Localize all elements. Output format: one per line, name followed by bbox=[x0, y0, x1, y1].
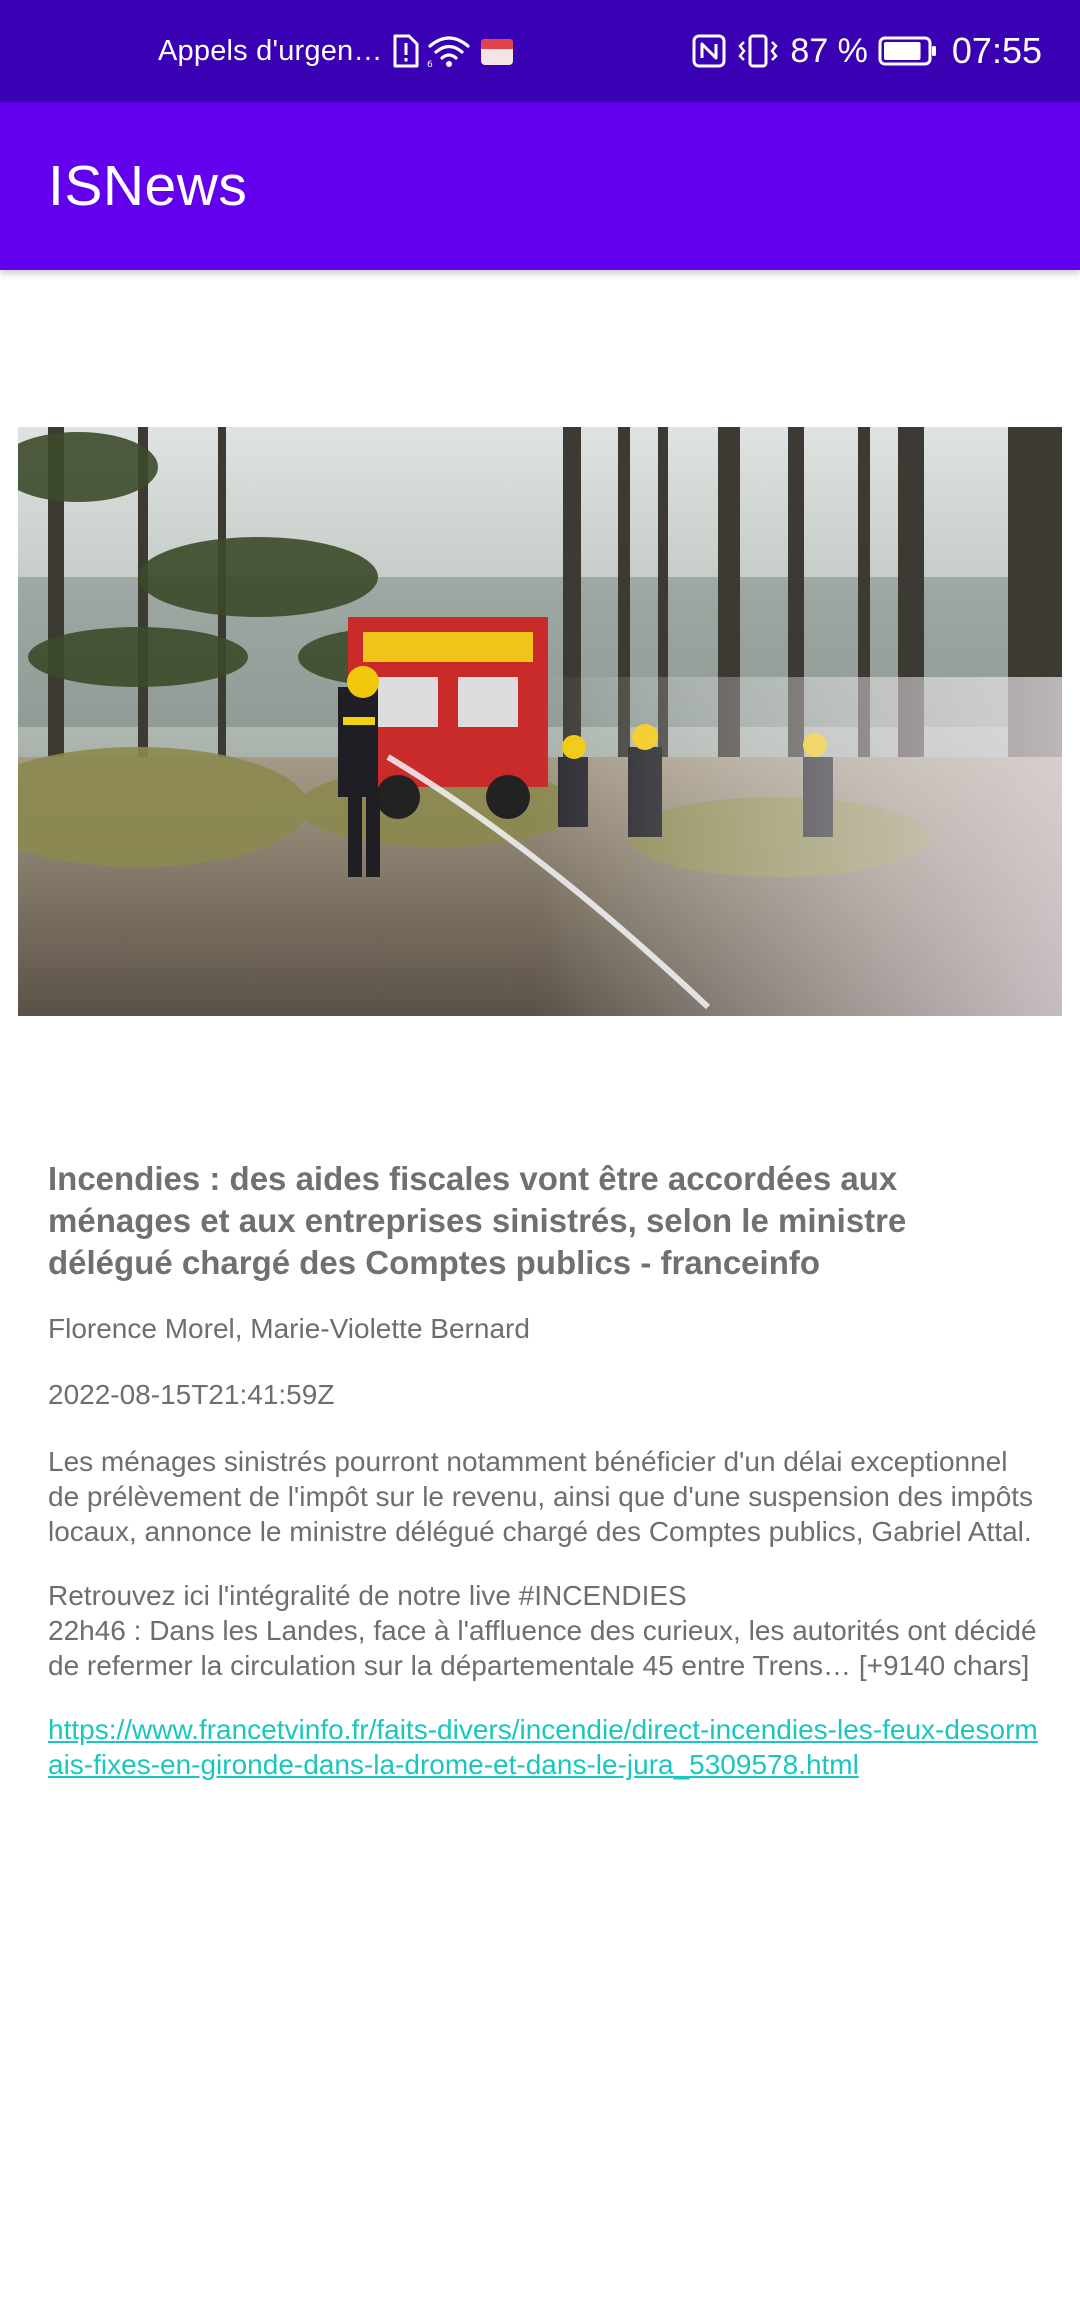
battery-icon bbox=[878, 35, 938, 67]
clock: 07:55 bbox=[951, 30, 1042, 71]
article-image[interactable] bbox=[18, 427, 1062, 1016]
carrier-label: Appels d'urgen… bbox=[158, 34, 383, 67]
status-bar-left: Appels d'urgen… 6 bbox=[158, 0, 515, 102]
wifi-icon: 6 bbox=[427, 34, 471, 68]
article-description: Les ménages sinistrés pourront notamment… bbox=[48, 1446, 1034, 1547]
article-date: 2022-08-15T21:41:59Z bbox=[48, 1379, 335, 1410]
vibrate-icon bbox=[736, 34, 780, 68]
app-title: ISNews bbox=[48, 154, 248, 218]
status-bar: Appels d'urgen… 6 87 % 07:55 bbox=[0, 0, 1080, 102]
article: Incendies : des aides fiscales vont être… bbox=[48, 1158, 1038, 1782]
article-author: Florence Morel, Marie-Violette Bernard bbox=[48, 1313, 530, 1344]
article-link[interactable]: https://www.francetvinfo.fr/faits-divers… bbox=[48, 1712, 1038, 1782]
sim-alert-icon bbox=[391, 34, 419, 68]
article-title: Incendies : des aides fiscales vont être… bbox=[48, 1160, 907, 1281]
firefighters-forest-fire-photo bbox=[18, 427, 1062, 1016]
notification-app-icon bbox=[479, 34, 515, 68]
battery-percent: 87 % bbox=[790, 31, 868, 70]
app-bar: ISNews bbox=[0, 102, 1080, 270]
svg-text:6: 6 bbox=[427, 60, 433, 68]
status-bar-right: 87 % 07:55 bbox=[692, 0, 1042, 102]
nfc-icon bbox=[692, 34, 726, 68]
article-content: Retrouvez ici l'intégralité de notre liv… bbox=[48, 1580, 1037, 1681]
